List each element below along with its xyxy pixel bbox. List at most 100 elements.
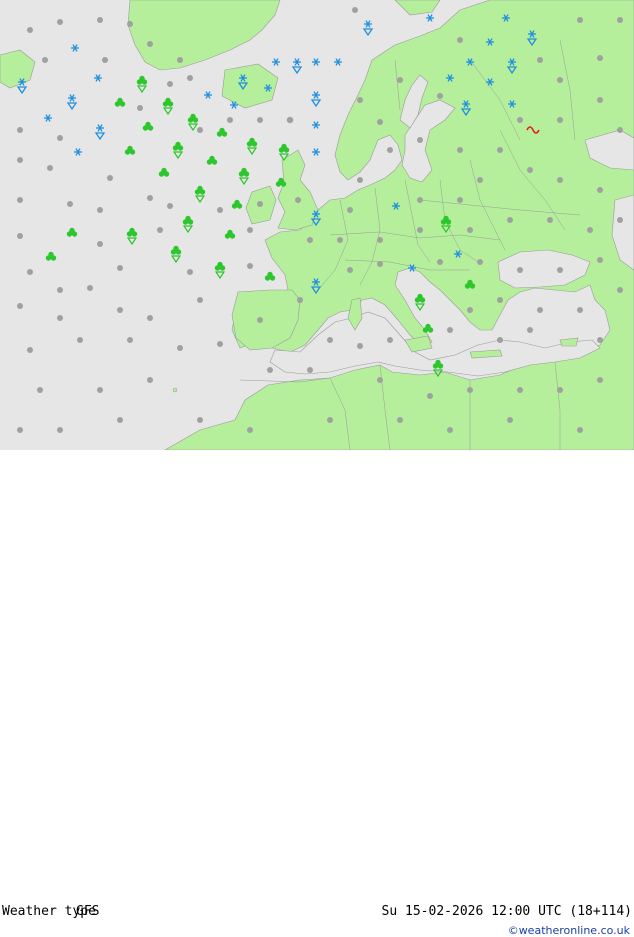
- cloud-dot-icon: [217, 341, 223, 347]
- cloud-dot-icon: [547, 217, 553, 223]
- cloud-dot-icon: [247, 227, 253, 233]
- cloud-dot-icon: [57, 427, 63, 433]
- cloud-dot-icon: [117, 417, 123, 423]
- cloud-dot-icon: [577, 307, 583, 313]
- cloud-dot-icon: [357, 177, 363, 183]
- cloud-dot-icon: [97, 17, 103, 23]
- cloud-dot-icon: [217, 207, 223, 213]
- cloud-dot-icon: [17, 233, 23, 239]
- cloud-dot-icon: [47, 165, 53, 171]
- cloud-dot-icon: [577, 17, 583, 23]
- cloud-dot-icon: [27, 347, 33, 353]
- cloud-dot-icon: [327, 417, 333, 423]
- cloud-dot-icon: [617, 217, 623, 223]
- cloud-dot-icon: [457, 147, 463, 153]
- cloud-dot-icon: [157, 227, 163, 233]
- map-canvas: [0, 0, 634, 450]
- cloud-dot-icon: [57, 287, 63, 293]
- cloud-dot-icon: [17, 303, 23, 309]
- cloud-dot-icon: [447, 427, 453, 433]
- cloud-dot-icon: [467, 307, 473, 313]
- cloud-dot-icon: [457, 197, 463, 203]
- cloud-dot-icon: [117, 307, 123, 313]
- cloud-dot-icon: [17, 427, 23, 433]
- cloud-dot-icon: [97, 207, 103, 213]
- cloud-dot-icon: [387, 337, 393, 343]
- cloud-dot-icon: [57, 19, 63, 25]
- cloud-dot-icon: [437, 93, 443, 99]
- cloud-dot-icon: [377, 119, 383, 125]
- credit-link[interactable]: ©weatheronline.co.uk: [508, 924, 630, 937]
- cloud-dot-icon: [117, 265, 123, 271]
- cloud-dot-icon: [597, 187, 603, 193]
- cloud-dot-icon: [167, 81, 173, 87]
- cloud-dot-icon: [497, 147, 503, 153]
- weather-map: [0, 0, 634, 450]
- cloud-dot-icon: [57, 315, 63, 321]
- cloud-dot-icon: [617, 17, 623, 23]
- cloud-dot-icon: [327, 337, 333, 343]
- cloud-dot-icon: [137, 105, 143, 111]
- cloud-dot-icon: [107, 175, 113, 181]
- cloud-dot-icon: [127, 337, 133, 343]
- cloud-dot-icon: [467, 227, 473, 233]
- cloud-dot-icon: [17, 127, 23, 133]
- cloud-dot-icon: [197, 297, 203, 303]
- cloud-dot-icon: [507, 217, 513, 223]
- cloud-dot-icon: [147, 377, 153, 383]
- cloud-dot-icon: [497, 297, 503, 303]
- cloud-dot-icon: [437, 259, 443, 265]
- cloud-dot-icon: [67, 201, 73, 207]
- cloud-dot-icon: [417, 137, 423, 143]
- cloud-dot-icon: [557, 267, 563, 273]
- cloud-dot-icon: [377, 377, 383, 383]
- cloud-dot-icon: [177, 345, 183, 351]
- cloud-dot-icon: [587, 227, 593, 233]
- cloud-dot-icon: [397, 417, 403, 423]
- cloud-dot-icon: [147, 41, 153, 47]
- cloud-dot-icon: [177, 57, 183, 63]
- cloud-dot-icon: [417, 197, 423, 203]
- cloud-dot-icon: [97, 241, 103, 247]
- footer-bar: Weather type GFS Su 15-02-2026 12:00 UTC…: [0, 450, 634, 937]
- cloud-dot-icon: [17, 197, 23, 203]
- cloud-dot-icon: [597, 337, 603, 343]
- cloud-dot-icon: [102, 57, 108, 63]
- cloud-dot-icon: [352, 7, 358, 13]
- cloud-dot-icon: [597, 257, 603, 263]
- cloud-dot-icon: [527, 167, 533, 173]
- cloud-dot-icon: [557, 177, 563, 183]
- land-madeira: [172, 387, 178, 393]
- cloud-dot-icon: [147, 315, 153, 321]
- cloud-dot-icon: [617, 287, 623, 293]
- cloud-dot-icon: [577, 427, 583, 433]
- cloud-dot-icon: [77, 337, 83, 343]
- cloud-dot-icon: [477, 259, 483, 265]
- cloud-dot-icon: [17, 157, 23, 163]
- cloud-dot-icon: [417, 227, 423, 233]
- valid-time-label: Su 15-02-2026 12:00 UTC (18+114): [381, 904, 632, 919]
- cloud-dot-icon: [597, 55, 603, 61]
- cloud-dot-icon: [27, 27, 33, 33]
- cloud-dot-icon: [247, 263, 253, 269]
- cloud-dot-icon: [517, 387, 523, 393]
- cloud-dot-icon: [247, 427, 253, 433]
- cloud-dot-icon: [127, 21, 133, 27]
- cloud-dot-icon: [557, 77, 563, 83]
- cloud-dot-icon: [257, 201, 263, 207]
- cloud-dot-icon: [307, 237, 313, 243]
- cloud-dot-icon: [97, 387, 103, 393]
- cloud-dot-icon: [257, 317, 263, 323]
- cloud-dot-icon: [557, 387, 563, 393]
- cloud-dot-icon: [307, 367, 313, 373]
- model-label: GFS: [76, 904, 100, 919]
- cloud-dot-icon: [37, 387, 43, 393]
- cloud-dot-icon: [387, 147, 393, 153]
- cloud-dot-icon: [257, 117, 263, 123]
- cloud-dot-icon: [537, 57, 543, 63]
- cloud-dot-icon: [537, 307, 543, 313]
- cloud-dot-icon: [427, 393, 433, 399]
- cloud-dot-icon: [57, 135, 63, 141]
- cloud-dot-icon: [357, 343, 363, 349]
- cloud-dot-icon: [357, 97, 363, 103]
